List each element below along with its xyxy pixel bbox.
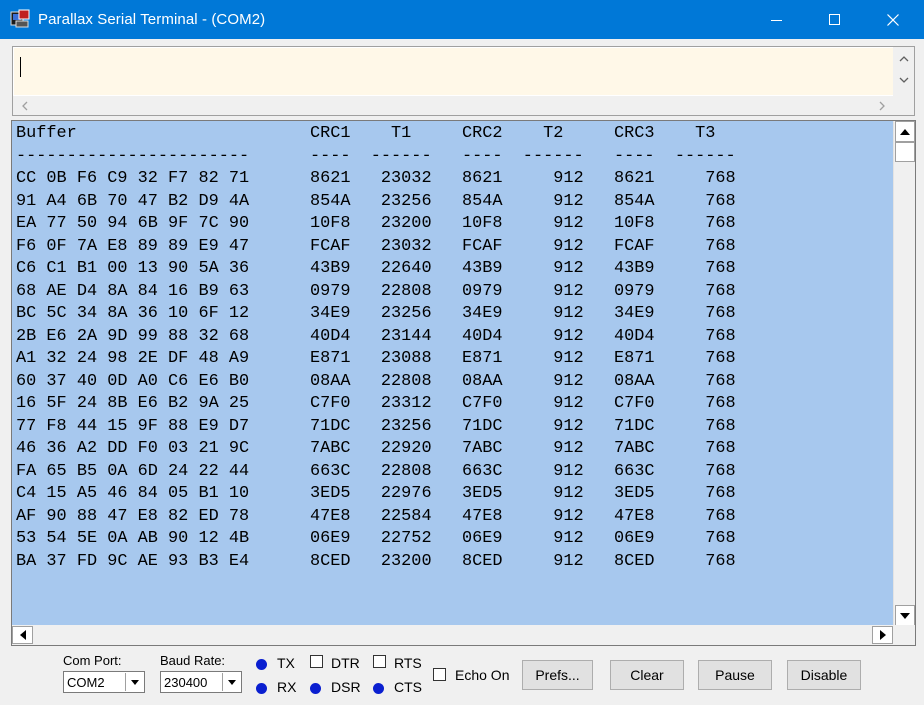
scrollbar-corner xyxy=(893,96,914,115)
prefs-button[interactable]: Prefs... xyxy=(522,660,593,690)
dsr-indicator-icon xyxy=(310,683,321,694)
pause-button[interactable]: Pause xyxy=(698,660,772,690)
terminal-horizontal-scrollbar[interactable] xyxy=(12,625,893,645)
receive-terminal: Buffer CRC1 T1 CRC2 T2 CRC3 T3 ---------… xyxy=(11,120,916,646)
window-title: Parallax Serial Terminal - (COM2) xyxy=(38,11,266,28)
terminal-output[interactable]: Buffer CRC1 T1 CRC2 T2 CRC3 T3 ---------… xyxy=(13,122,892,626)
terminal-vertical-scrollbar[interactable] xyxy=(893,121,915,626)
rts-label: RTS xyxy=(394,655,422,671)
scroll-right-icon[interactable] xyxy=(873,96,891,115)
input-vertical-scrollbar[interactable] xyxy=(893,47,914,99)
dtr-label: DTR xyxy=(331,655,360,671)
minimize-icon[interactable] xyxy=(748,0,806,39)
transmit-input[interactable] xyxy=(14,48,893,95)
scroll-down-icon[interactable] xyxy=(895,605,915,626)
window-body: Buffer CRC1 T1 CRC2 T2 CRC3 T3 ---------… xyxy=(1,39,923,704)
echo-on-checkbox[interactable] xyxy=(433,668,446,681)
close-icon[interactable] xyxy=(864,0,922,39)
text-caret xyxy=(20,57,21,77)
clear-button[interactable]: Clear xyxy=(610,660,684,690)
scrollbar-thumb[interactable] xyxy=(895,142,915,162)
input-horizontal-scrollbar[interactable] xyxy=(13,96,893,115)
cts-indicator-icon xyxy=(373,683,384,694)
baud-rate-value: 230400 xyxy=(164,675,208,690)
cts-label: CTS xyxy=(394,679,422,695)
baud-rate-label: Baud Rate: xyxy=(160,653,226,668)
echo-on-label: Echo On xyxy=(455,667,510,683)
tx-indicator-icon xyxy=(256,659,267,670)
maximize-icon[interactable] xyxy=(806,0,864,39)
com-port-value: COM2 xyxy=(67,675,105,690)
dsr-label: DSR xyxy=(331,679,361,695)
chevron-down-icon[interactable] xyxy=(125,673,143,691)
transmit-input-area xyxy=(12,46,915,116)
dtr-checkbox[interactable] xyxy=(310,655,323,668)
scroll-left-icon[interactable] xyxy=(12,626,33,644)
scroll-left-icon[interactable] xyxy=(15,96,33,115)
com-port-select[interactable]: COM2 xyxy=(63,671,145,693)
rx-label: RX xyxy=(277,679,297,695)
terminal-app-icon[interactable] xyxy=(10,9,32,29)
scroll-up-icon[interactable] xyxy=(895,121,915,142)
rts-checkbox[interactable] xyxy=(373,655,386,668)
rx-indicator-icon xyxy=(256,683,267,694)
scroll-down-icon[interactable] xyxy=(893,72,914,88)
terminal-text: Buffer CRC1 T1 CRC2 T2 CRC3 T3 ---------… xyxy=(16,124,736,571)
disable-button[interactable]: Disable xyxy=(787,660,861,690)
tx-label: TX xyxy=(277,655,295,671)
scrollbar-corner xyxy=(893,625,915,645)
com-port-label: Com Port: xyxy=(63,653,122,668)
chevron-down-icon[interactable] xyxy=(222,673,240,691)
scroll-right-icon[interactable] xyxy=(872,626,893,644)
scroll-up-icon[interactable] xyxy=(893,50,914,66)
baud-rate-select[interactable]: 230400 xyxy=(160,671,242,693)
title-bar: Parallax Serial Terminal - (COM2) xyxy=(0,0,924,39)
